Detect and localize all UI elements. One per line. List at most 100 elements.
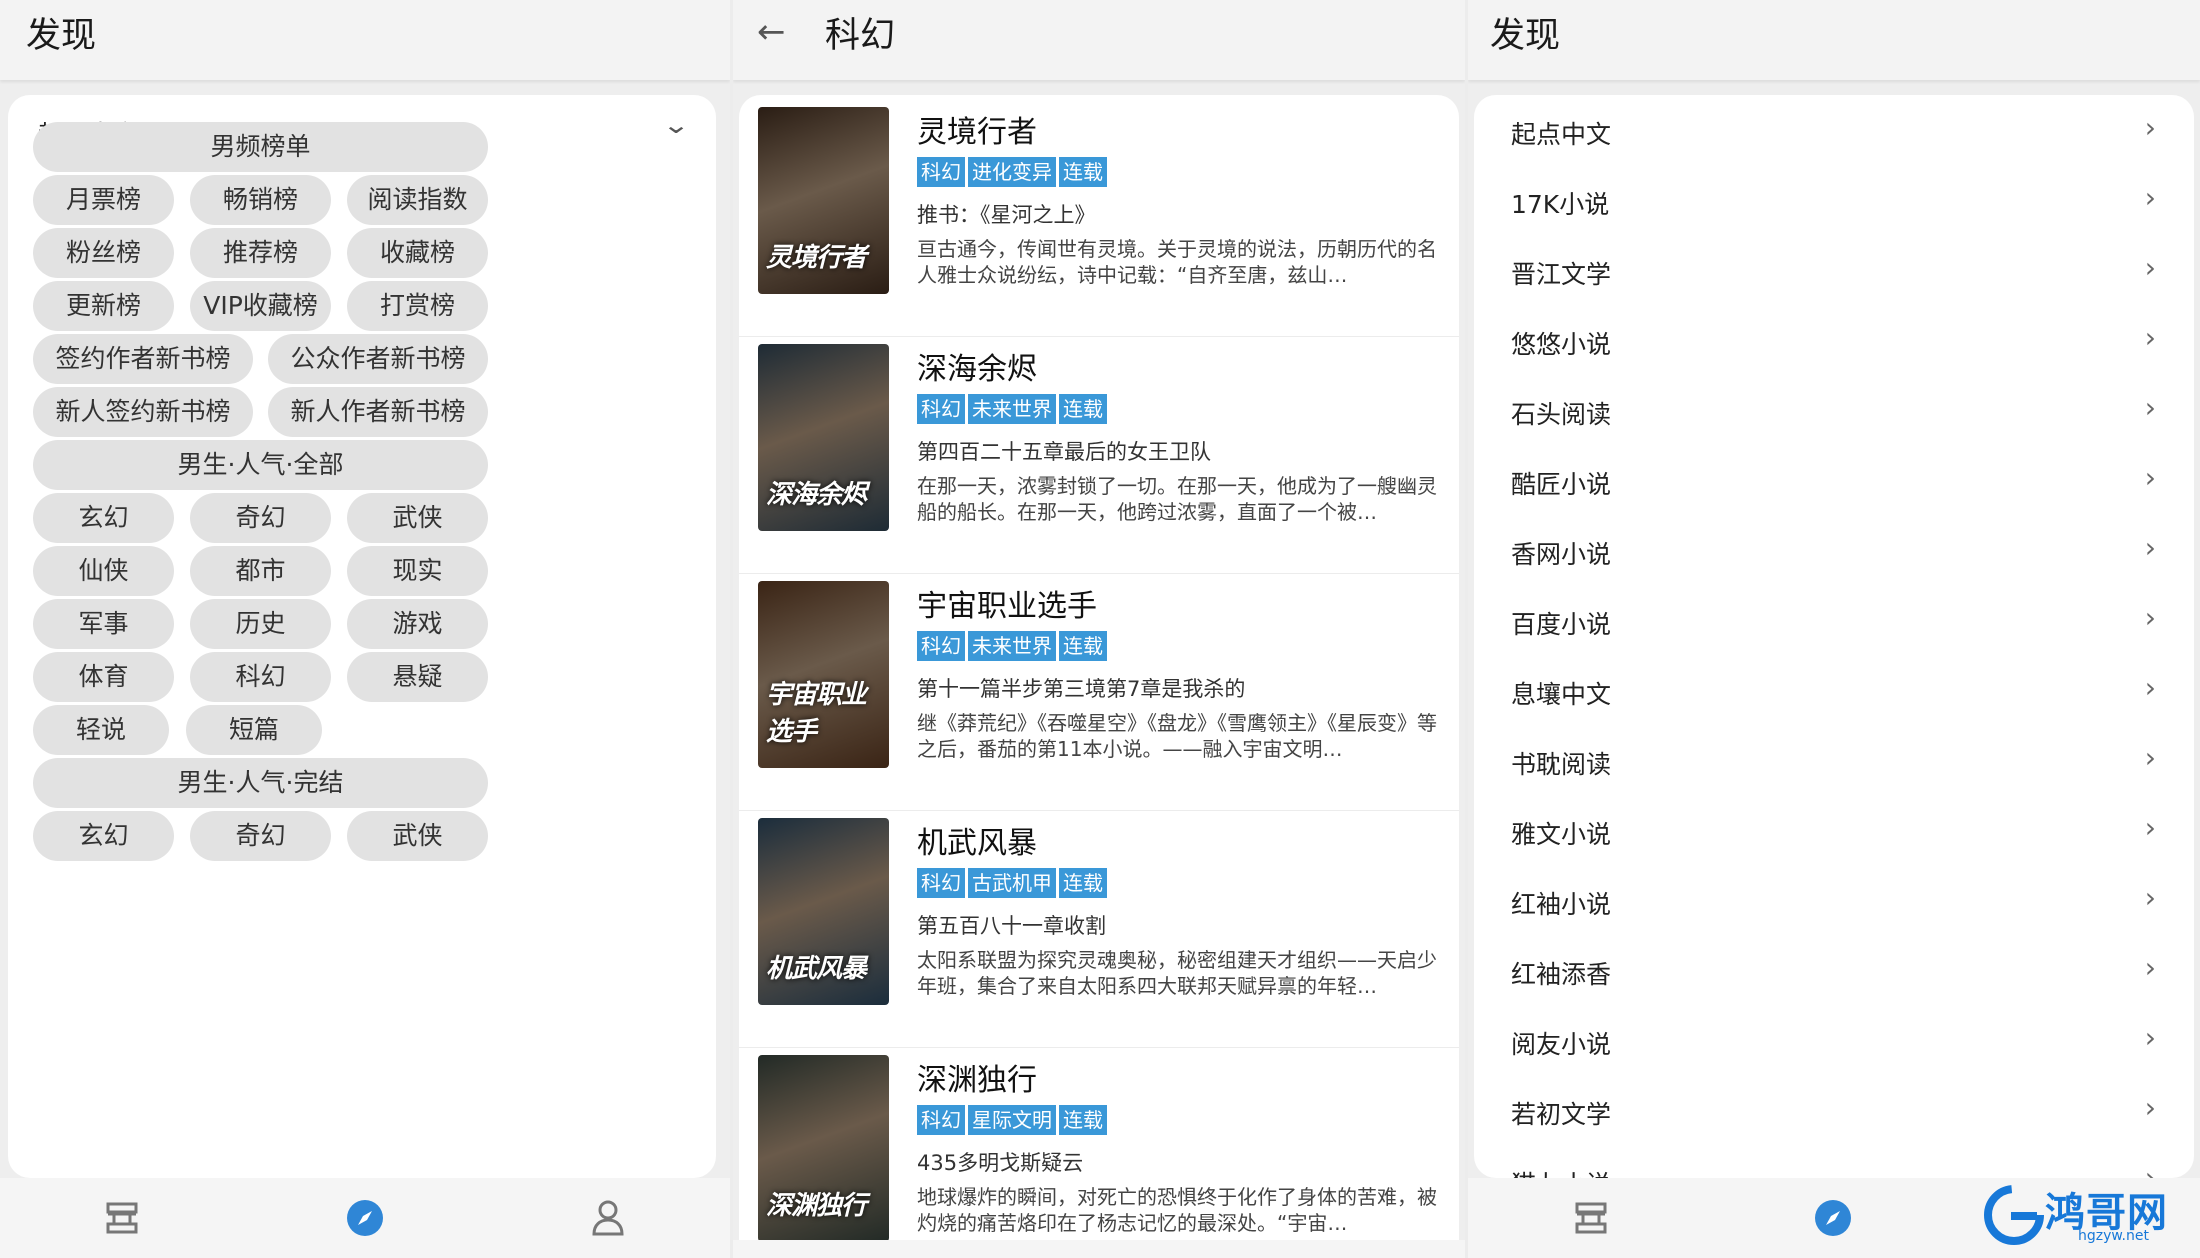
category-chip[interactable]: 新人作者新书榜 [268, 387, 488, 437]
category-chip[interactable]: 收藏榜 [347, 228, 488, 278]
profile-icon[interactable] [586, 1196, 630, 1240]
bookshelf-icon[interactable] [1569, 1196, 1613, 1240]
watermark-url: hgzyw.net [2078, 1228, 2149, 1244]
book-tag: 科幻 [917, 157, 965, 187]
book-tag: 未来世界 [968, 394, 1056, 424]
app-bar: 发现 [0, 0, 730, 80]
category-chip[interactable]: 武侠 [347, 493, 488, 543]
book-cover[interactable]: 宇宙职业选手 [758, 581, 889, 768]
source-label: 红袖小说 [1511, 890, 1612, 919]
discover-compass-icon[interactable] [1811, 1196, 1855, 1240]
book-tag: 连载 [1059, 1105, 1107, 1135]
category-chip[interactable]: 现实 [347, 546, 488, 596]
source-item[interactable]: 猫九小说 › [1474, 1149, 2194, 1178]
chevron-right-icon: › [2144, 531, 2156, 564]
category-chip[interactable]: 畅销榜 [190, 175, 331, 225]
book-item[interactable]: 宇宙职业选手 宇宙职业选手 科幻 未来世界 连载 第十一篇半步第三境第7章是我杀的 继《莽荒… [739, 573, 1459, 811]
category-chip[interactable]: 签约作者新书榜 [33, 334, 253, 384]
book-tag: 科幻 [917, 631, 965, 661]
source-label: 晋江文学 [1511, 260, 1612, 289]
category-chip[interactable]: 悬疑 [347, 652, 488, 702]
category-chip[interactable]: VIP收藏榜 [190, 281, 331, 331]
source-item[interactable]: 酷匠小说 › [1474, 449, 2194, 519]
category-chip[interactable]: 历史 [190, 599, 331, 649]
book-cover[interactable]: 机武风暴 [758, 818, 889, 1005]
source-item[interactable]: 雅文小说 › [1474, 799, 2194, 869]
book-tag: 科幻 [917, 1105, 965, 1135]
source-item[interactable]: 息壤中文 › [1474, 659, 2194, 729]
source-item[interactable]: 香网小说 › [1474, 519, 2194, 589]
chevron-right-icon: › [2144, 601, 2156, 634]
category-chip[interactable]: 更新榜 [33, 281, 174, 331]
back-arrow-icon[interactable]: ← [757, 10, 786, 54]
category-chip[interactable]: 军事 [33, 599, 174, 649]
category-panel-scifi: ← 科幻 灵境行者 灵境行者 科幻 进化变异 连载 推书：《星河之上》 亘古通今，传闻世有灵… [733, 0, 1465, 1258]
category-chip[interactable]: 粉丝榜 [33, 228, 174, 278]
chevron-down-icon[interactable]: ⌄ [662, 111, 690, 139]
source-item[interactable]: 晋江文学 › [1474, 239, 2194, 309]
category-chip[interactable]: 公众作者新书榜 [268, 334, 488, 384]
category-chip[interactable]: 短篇 [186, 705, 322, 755]
category-chip[interactable]: 都市 [190, 546, 331, 596]
book-list: 灵境行者 灵境行者 科幻 进化变异 连载 推书：《星河之上》 亘古通今，传闻世有灵境。关于灵… [739, 95, 1459, 1258]
book-item[interactable]: 深海余烬 深海余烬 科幻 未来世界 连载 第四百二十五章最后的女王卫队 在那一天，浓雾封锁了… [739, 336, 1459, 574]
category-chip[interactable]: 男生·人气·完结 [33, 758, 488, 808]
source-item[interactable]: 悠悠小说 › [1474, 309, 2194, 379]
book-cover[interactable]: 深渊独行 [758, 1055, 889, 1242]
category-chip[interactable]: 武侠 [347, 811, 488, 861]
book-tag: 科幻 [917, 868, 965, 898]
book-item[interactable]: 深渊独行 深渊独行 科幻 星际文明 连载 435多明戈斯疑云 地球爆炸的瞬间，对死亡的恐惧终… [739, 1047, 1459, 1258]
book-tag: 连载 [1059, 394, 1107, 424]
page-title: 科幻 [825, 16, 896, 56]
category-chip[interactable]: 月票榜 [33, 175, 174, 225]
book-cover[interactable]: 深海余烬 [758, 344, 889, 531]
book-tag: 未来世界 [968, 631, 1056, 661]
category-chip[interactable]: 奇幻 [190, 811, 331, 861]
source-item[interactable]: 若初文学 › [1474, 1079, 2194, 1149]
category-chip[interactable]: 游戏 [347, 599, 488, 649]
nav-strip [733, 1240, 1465, 1258]
source-item[interactable]: 百度小说 › [1474, 589, 2194, 659]
category-chip[interactable]: 男生·人气·全部 [33, 440, 488, 490]
chevron-right-icon: › [2144, 251, 2156, 284]
source-label: 17K小说 [1511, 190, 1610, 219]
source-item[interactable]: 起点中文 › [1474, 99, 2194, 169]
chevron-right-icon: › [2144, 1021, 2156, 1054]
source-item[interactable]: 阅友小说 › [1474, 1009, 2194, 1079]
discover-panel-left: 发现 起点中文 ⌄ 男频榜单月票榜畅销榜阅读指数粉丝榜推荐榜收藏榜更新榜VIP收… [0, 0, 730, 1258]
source-item[interactable]: 红袖小说 › [1474, 869, 2194, 939]
category-chip[interactable]: 阅读指数 [347, 175, 488, 225]
category-chip[interactable]: 玄幻 [33, 811, 174, 861]
book-cover[interactable]: 灵境行者 [758, 107, 889, 294]
book-item[interactable]: 灵境行者 灵境行者 科幻 进化变异 连载 推书：《星河之上》 亘古通今，传闻世有灵境。关于灵… [739, 99, 1459, 337]
source-item[interactable]: 17K小说 › [1474, 169, 2194, 239]
category-chip[interactable]: 仙侠 [33, 546, 174, 596]
category-chip[interactable]: 推荐榜 [190, 228, 331, 278]
category-chip[interactable]: 新人签约新书榜 [33, 387, 253, 437]
category-chip[interactable]: 科幻 [190, 652, 331, 702]
page-title: 发现 [1490, 16, 1561, 56]
chevron-right-icon: › [2144, 461, 2156, 494]
source-label: 石头阅读 [1511, 400, 1612, 429]
category-chip[interactable]: 男频榜单 [33, 122, 488, 172]
category-chip[interactable]: 体育 [33, 652, 174, 702]
source-label: 酷匠小说 [1511, 470, 1612, 499]
discover-compass-icon[interactable] [343, 1196, 387, 1240]
category-chip[interactable]: 玄幻 [33, 493, 174, 543]
app-bar: 发现 [1468, 0, 2200, 80]
book-item[interactable]: 机武风暴 机武风暴 科幻 古武机甲 连载 第五百八十一章收割 太阳系联盟为探究灵魂奥秘，秘密… [739, 810, 1459, 1048]
source-label: 书耽阅读 [1511, 750, 1612, 779]
app-bar: ← 科幻 [733, 0, 1465, 80]
category-chip[interactable]: 打赏榜 [347, 281, 488, 331]
source-item[interactable]: 石头阅读 › [1474, 379, 2194, 449]
category-chip[interactable]: 轻说 [33, 705, 169, 755]
book-intro: 亘古通今，传闻世有灵境。关于灵境的说法，历朝历代的名人雅士众说纷纭，诗中记载：“… [917, 237, 1437, 287]
source-item[interactable]: 书耽阅读 › [1474, 729, 2194, 799]
category-chip[interactable]: 奇幻 [190, 493, 331, 543]
source-label: 起点中文 [1511, 120, 1612, 149]
watermark-logo: 鸿哥网 hgzyw.net [1983, 1180, 2188, 1250]
discover-panel-right: 发现 起点中文 › 17K小说 › 晋江文学 › 悠悠小说 › 石头阅读 › 酷匠小说 › 香网小说 › 百… [1468, 0, 2200, 1258]
source-item[interactable]: 红袖添香 › [1474, 939, 2194, 1009]
chevron-right-icon: › [2144, 391, 2156, 424]
bookshelf-icon[interactable] [100, 1196, 144, 1240]
